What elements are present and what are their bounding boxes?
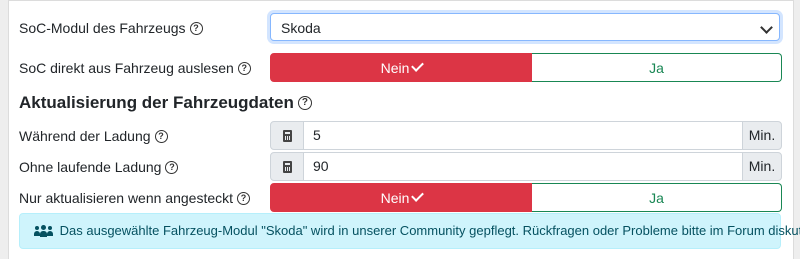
during-charge-label: Während der Ladung?	[19, 121, 168, 151]
during-charge-unit: Min.	[742, 121, 782, 150]
info-alert: Das ausgewählte Fahrzeug-Modul "Skoda" w…	[19, 213, 800, 249]
without-charge-unit: Min.	[742, 152, 782, 181]
chevron-down-icon	[760, 21, 773, 34]
only-plugged-toggle: Nein Ja	[270, 183, 782, 212]
question-circle-icon[interactable]: ?	[237, 61, 251, 75]
soc-module-row: SoC-Modul des Fahrzeugs? Skoda	[9, 13, 793, 43]
read-direct-row: SoC direkt aus Fahrzeug auslesen? Nein J…	[9, 53, 793, 83]
section-heading: Aktualisierung der Fahrzeugdaten?	[19, 93, 312, 113]
question-circle-icon[interactable]: ?	[154, 129, 168, 143]
during-charge-input[interactable]: 5	[303, 121, 743, 150]
settings-card: SoC-Modul des Fahrzeugs? Skoda SoC direk…	[8, 0, 800, 259]
only-plugged-label: Nur aktualisieren wenn angesteckt?	[19, 183, 251, 213]
without-charge-label: Ohne laufende Ladung?	[19, 152, 179, 182]
calculator-icon	[283, 161, 292, 173]
question-circle-icon[interactable]: ?	[297, 95, 312, 110]
check-icon	[411, 189, 425, 202]
without-charge-row: Ohne laufende Ladung? 90 Min.	[9, 152, 793, 182]
question-circle-icon[interactable]: ?	[189, 21, 203, 35]
without-charge-input-group: 90 Min.	[270, 152, 782, 181]
read-direct-label: SoC direkt aus Fahrzeug auslesen?	[19, 53, 251, 83]
users-icon	[34, 224, 54, 237]
during-charge-row: Während der Ladung? 5 Min.	[9, 121, 793, 151]
during-charge-input-group: 5 Min.	[270, 121, 782, 150]
soc-module-label: SoC-Modul des Fahrzeugs?	[19, 13, 203, 43]
only-plugged-yes-button[interactable]: Ja	[532, 183, 782, 212]
calculator-prefix	[270, 121, 304, 150]
check-icon	[411, 59, 425, 72]
question-circle-icon[interactable]: ?	[165, 160, 179, 174]
question-circle-icon[interactable]: ?	[237, 191, 251, 205]
only-plugged-no-button[interactable]: Nein	[270, 183, 532, 212]
read-direct-no-button[interactable]: Nein	[270, 53, 532, 82]
soc-module-selected-value: Skoda	[281, 20, 321, 36]
calculator-prefix	[270, 152, 304, 181]
only-plugged-row: Nur aktualisieren wenn angesteckt? Nein …	[9, 183, 793, 213]
read-direct-toggle: Nein Ja	[270, 53, 782, 82]
calculator-icon	[283, 130, 292, 142]
read-direct-yes-button[interactable]: Ja	[532, 53, 782, 82]
without-charge-input[interactable]: 90	[303, 152, 743, 181]
info-alert-text: Das ausgewählte Fahrzeug-Modul "Skoda" w…	[59, 223, 800, 238]
soc-module-select[interactable]: Skoda	[270, 13, 780, 41]
